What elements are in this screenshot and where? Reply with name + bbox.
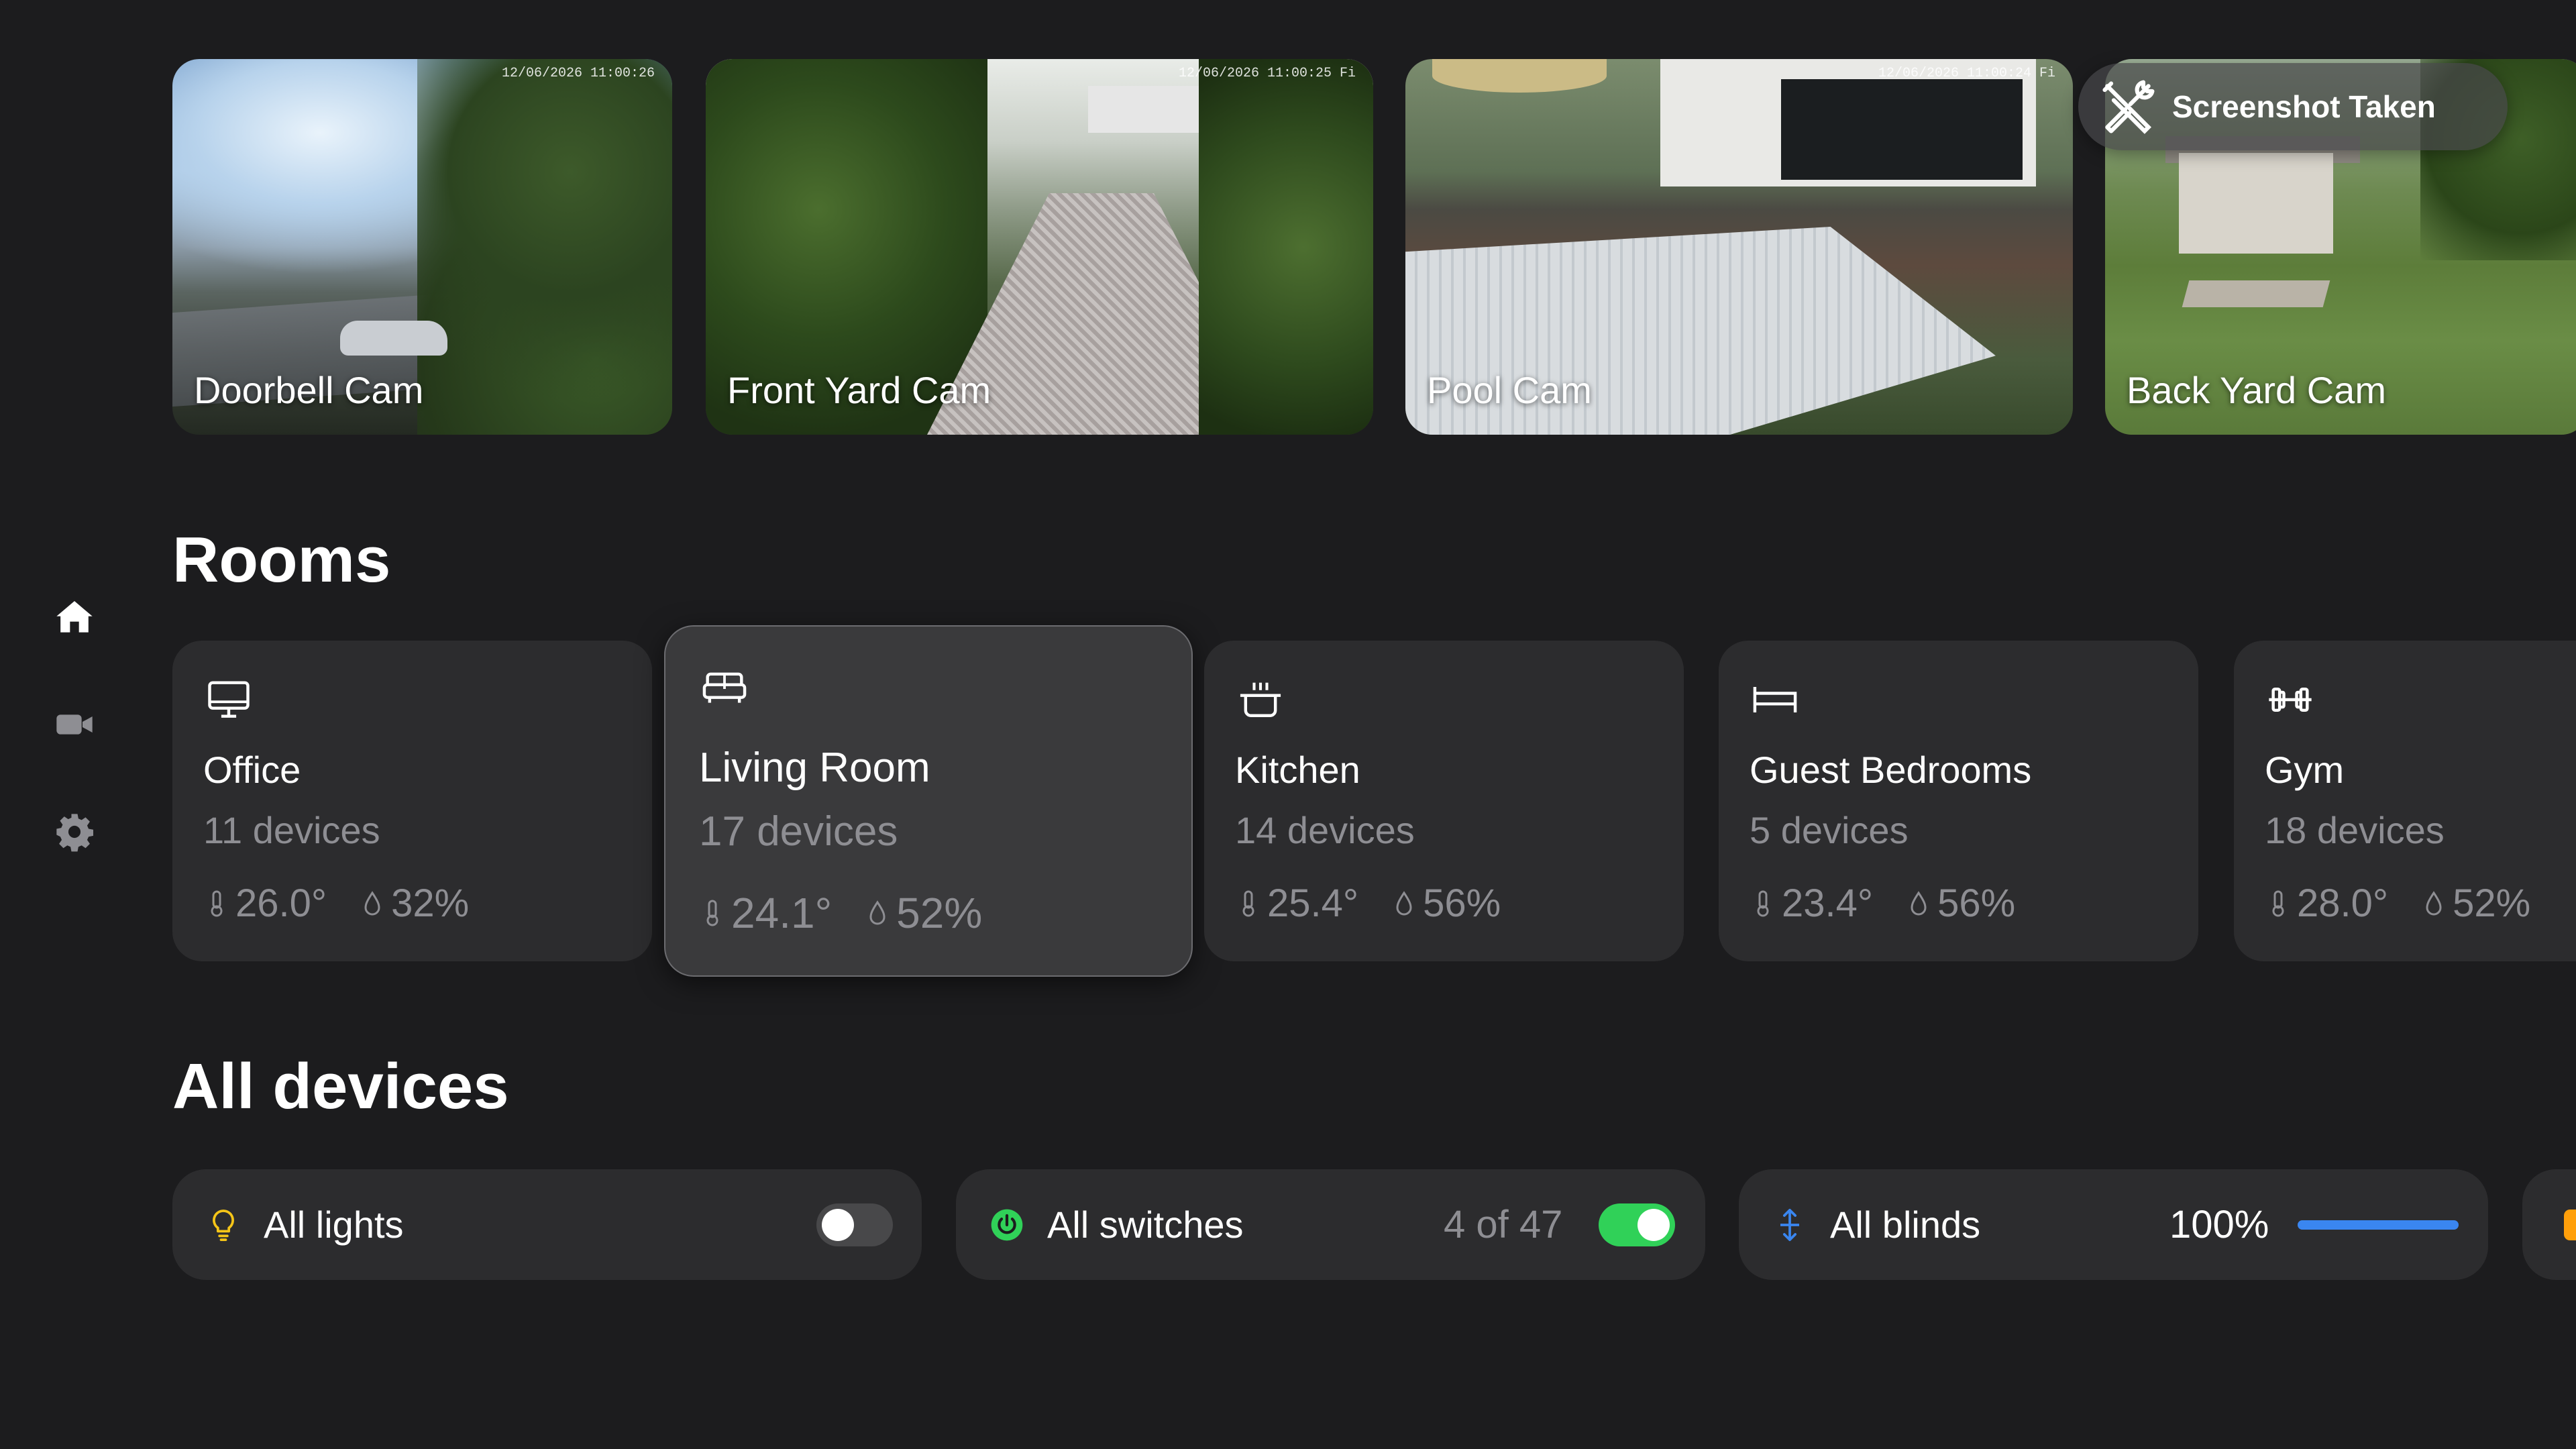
device-label: All switches	[1047, 1203, 1244, 1246]
blinds-icon	[1771, 1206, 1809, 1244]
room-temperature: 24.1°	[731, 889, 833, 937]
room-name: Kitchen	[1235, 749, 1360, 791]
camera-timestamp: 12/06/2026 11:00:26	[501, 66, 655, 81]
device-label: All blinds	[1830, 1203, 1981, 1246]
monitor-icon	[203, 674, 254, 725]
camera-scene-umbrella	[1432, 59, 1607, 93]
gear-icon	[56, 814, 93, 852]
room-name: Gym	[2265, 749, 2345, 791]
room-name: Office	[203, 749, 301, 791]
humidity-icon	[1911, 890, 1927, 915]
nav-home-button[interactable]	[51, 594, 98, 641]
camera-tile-pool[interactable]: 12/06/2026 11:00:24 Fi Pool Cam	[1405, 59, 2073, 435]
all-devices-heading: All devices	[172, 1051, 509, 1122]
toggle-knob	[1638, 1208, 1670, 1241]
rooms-heading: Rooms	[172, 524, 391, 596]
room-card-office[interactable]: Office 11 devices 26.0° 32%	[172, 641, 652, 961]
humidity-icon	[869, 900, 885, 925]
blinds-value: 100%	[2169, 1203, 2269, 1246]
camera-scene-trees	[417, 59, 672, 435]
camera-timestamp: 12/06/2026 11:00:25 Fi	[1178, 66, 1356, 81]
thermometer-icon	[1242, 890, 1254, 916]
screenshot-toast: Screenshot Taken	[2078, 63, 2508, 150]
room-humidity: 32%	[391, 881, 470, 925]
room-device-count: 11 devices	[203, 809, 380, 851]
sidebar	[0, 0, 148, 1449]
device-tile-all-switches[interactable]: All switches 4 of 47	[956, 1169, 1705, 1280]
room-stats: 24.1° 52%	[699, 888, 1014, 938]
room-humidity: 52%	[2453, 881, 2531, 925]
room-humidity: 56%	[1937, 881, 2016, 925]
room-humidity: 52%	[896, 889, 983, 937]
tools-icon	[2096, 74, 2160, 139]
room-temperature: 23.4°	[1782, 881, 1874, 925]
thermometer-icon	[211, 890, 223, 916]
bed-icon	[1750, 674, 1801, 725]
switches-toggle[interactable]	[1599, 1203, 1675, 1246]
room-name: Guest Bedrooms	[1750, 749, 2032, 791]
room-card-living-room[interactable]: Living Room 17 devices 24.1° 52%	[664, 625, 1193, 977]
lights-toggle[interactable]	[816, 1203, 893, 1246]
home-icon	[56, 601, 93, 633]
thermometer-icon	[1757, 890, 1769, 916]
room-temperature: 28.0°	[2297, 881, 2389, 925]
device-tile-all-blinds[interactable]: All blinds 100%	[1739, 1169, 2488, 1280]
nav-cameras-button[interactable]	[51, 701, 98, 748]
humidity-icon	[2426, 890, 2442, 915]
camera-scene-shed	[2179, 153, 2333, 254]
device-tile-all-lights[interactable]: All lights	[172, 1169, 922, 1280]
power-icon	[988, 1206, 1026, 1244]
toggle-knob	[822, 1208, 854, 1241]
room-temperature: 25.4°	[1267, 881, 1359, 925]
thermometer-icon	[2272, 890, 2284, 916]
sofa-icon	[699, 663, 750, 714]
room-stats: 26.0° 32%	[203, 881, 501, 926]
room-device-count: 17 devices	[699, 808, 898, 855]
room-stats: 23.4° 56%	[1750, 881, 2047, 926]
thermometer-icon	[706, 900, 718, 926]
room-card-kitchen[interactable]: Kitchen 14 devices 25.4° 56%	[1204, 641, 1684, 961]
camera-scene-trees	[1199, 59, 1373, 435]
room-stats: 25.4° 56%	[1235, 881, 1533, 926]
device-tile-partial[interactable]	[2522, 1169, 2576, 1280]
room-humidity: 56%	[1423, 881, 1501, 925]
camera-scene-window	[1781, 79, 2023, 180]
humidity-icon	[364, 890, 380, 915]
camera-label: Back Yard Cam	[2127, 369, 2386, 411]
room-card-guest-bedrooms[interactable]: Guest Bedrooms 5 devices 23.4° 56%	[1719, 641, 2198, 961]
blinds-slider-fill	[2298, 1220, 2459, 1230]
blinds-slider[interactable]	[2298, 1220, 2459, 1230]
camera-tile-front-yard[interactable]: 12/06/2026 11:00:25 Fi Front Yard Cam	[706, 59, 1373, 435]
camera-scene-picnic-table	[2182, 280, 2330, 307]
room-name: Living Room	[699, 745, 930, 791]
thermostat-icon	[2564, 1210, 2576, 1240]
humidity-icon	[1396, 890, 1412, 915]
camera-tile-doorbell[interactable]: 12/06/2026 11:00:26 Doorbell Cam	[172, 59, 672, 435]
device-label: All lights	[264, 1203, 404, 1246]
pot-icon	[1235, 674, 1286, 725]
room-temperature: 26.0°	[235, 881, 327, 925]
switches-count: 4 of 47	[1444, 1203, 1563, 1246]
toast-message: Screenshot Taken	[2172, 89, 2436, 124]
camera-icon	[56, 714, 93, 735]
room-device-count: 18 devices	[2265, 809, 2445, 851]
camera-label: Pool Cam	[1427, 369, 1592, 411]
room-device-count: 14 devices	[1235, 809, 1415, 851]
dumbbell-icon	[2265, 674, 2316, 725]
room-stats: 28.0° 52%	[2265, 881, 2563, 926]
camera-scene-car	[340, 321, 447, 356]
room-card-gym[interactable]: Gym 18 devices 28.0° 52%	[2234, 641, 2576, 961]
camera-label: Front Yard Cam	[727, 369, 991, 411]
camera-timestamp: 12/06/2026 11:00:24 Fi	[1878, 66, 2055, 81]
nav-settings-button[interactable]	[51, 808, 98, 855]
camera-label: Doorbell Cam	[194, 369, 424, 411]
bulb-icon	[205, 1206, 242, 1244]
room-device-count: 5 devices	[1750, 809, 1909, 851]
